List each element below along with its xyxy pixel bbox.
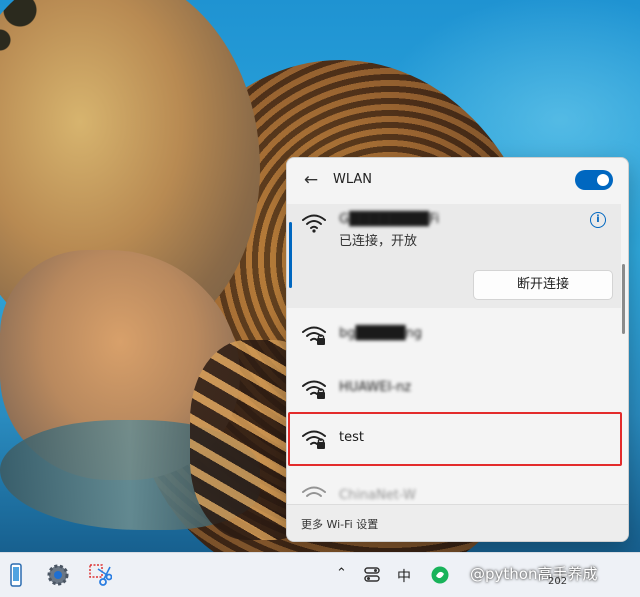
connection-status: 已连接，开放 [339,234,418,249]
connected-network-item[interactable]: G████████Fi 已连接，开放 i 断开连接 [287,204,621,308]
back-arrow-icon[interactable]: ← [301,170,321,190]
network-name: bg█████ng [339,326,422,341]
wifi-secured-icon [301,378,327,400]
more-wifi-settings-link[interactable]: 更多 Wi-Fi 设置 [301,516,378,532]
watermark-text: @python高手养成 [470,565,598,583]
network-name: HUAWEI-nz [339,380,412,395]
clock-date[interactable]: 202 [548,576,567,587]
connected-network-name: G████████Fi [339,212,440,227]
selection-accent-bar [289,222,292,288]
network-item[interactable]: bg█████ng [287,308,621,362]
flyout-header: ← WLAN [287,158,628,204]
info-icon[interactable]: i [590,212,606,228]
network-name: ChinaNet-W [339,488,416,503]
network-status-icon[interactable] [362,565,382,585]
red-highlight-box [288,412,622,466]
phone-icon[interactable] [4,563,28,587]
toggle-knob [597,174,609,186]
wifi-icon [301,484,327,504]
settings-gear-icon[interactable] [46,563,70,587]
wifi-toggle[interactable] [575,170,613,190]
app-green-icon[interactable] [430,565,450,585]
wifi-secured-icon [301,324,327,346]
wifi-icon [301,212,327,234]
snipping-tool-icon[interactable] [88,563,113,587]
chevron-up-icon[interactable]: ⌃ [336,566,347,581]
flyout-title: WLAN [333,172,373,187]
flyout-footer: 更多 Wi-Fi 设置 [287,504,628,541]
network-item[interactable]: HUAWEI-nz [287,362,621,416]
wlan-flyout: ← WLAN G████████Fi 已连接，开放 i 断开连接 bg█████… [286,157,629,542]
disconnect-button[interactable]: 断开连接 [473,270,613,300]
network-item[interactable]: ChinaNet-W [287,466,621,504]
list-scrollbar[interactable] [622,264,625,334]
ime-indicator[interactable]: 中 [397,566,411,586]
taskbar: ⌃ 中 @python高手养成 202 [0,552,640,597]
